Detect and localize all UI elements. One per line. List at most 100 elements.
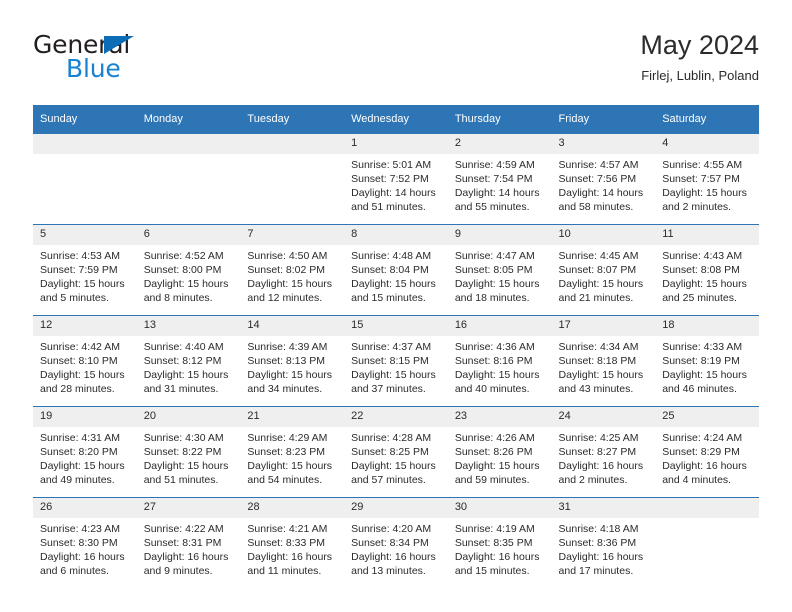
calendar-day-cell[interactable]: 19 Sunrise: 4:31 AM Sunset: 8:20 PM Dayligh… <box>33 406 137 498</box>
calendar-day-cell[interactable]: 13 Sunrise: 4:40 AM Sunset: 8:12 PM Dayligh… <box>136 315 241 407</box>
sunrise-time: Sunrise: 4:31 AM <box>40 432 120 444</box>
daylight-duration-line2: and 17 minutes. <box>558 565 634 578</box>
calendar-day-cell[interactable]: 29 Sunrise: 4:20 AM Sunset: 8:34 PM Dayligh… <box>344 497 448 588</box>
day-number: 21 <box>240 407 345 427</box>
daylight-duration-line2: and 57 minutes. <box>351 474 426 487</box>
daylight-duration-line1: Daylight: 15 hours <box>351 278 436 291</box>
calendar-day-cell[interactable]: 21 Sunrise: 4:29 AM Sunset: 8:23 PM Dayligh… <box>240 406 345 498</box>
calendar-day-cell[interactable]: 8 Sunrise: 4:48 AM Sunset: 8:04 PM Daylight… <box>344 224 448 316</box>
calendar-page: General Blue May 2024 Firlej, Lublin, Po… <box>0 0 792 612</box>
calendar-day-cell[interactable]: 25 Sunrise: 4:24 AM Sunset: 8:29 PM Dayligh… <box>655 406 759 498</box>
sunset-time: Sunset: 8:34 PM <box>351 537 429 550</box>
calendar-week-row: 19 Sunrise: 4:31 AM Sunset: 8:20 PM Dayligh… <box>33 406 759 498</box>
general-blue-logo[interactable]: General Blue <box>33 28 263 90</box>
calendar-day-cell[interactable]: 15 Sunrise: 4:37 AM Sunset: 8:15 PM Dayligh… <box>344 315 448 407</box>
daylight-duration-line2: and 40 minutes. <box>454 383 530 396</box>
calendar-day-cell[interactable]: 2 Sunrise: 4:59 AM Sunset: 7:54 PM Daylight… <box>447 133 552 225</box>
sunset-time: Sunset: 8:26 PM <box>454 446 533 459</box>
day-number: 29 <box>344 498 448 518</box>
daylight-duration-line1: Daylight: 16 hours <box>247 551 333 564</box>
calendar-day-cell[interactable]: 1 Sunrise: 5:01 AM Sunset: 7:52 PM Daylight… <box>344 133 448 225</box>
sunset-time: Sunset: 8:22 PM <box>143 446 222 459</box>
daylight-duration-line2: and 2 minutes. <box>662 201 732 214</box>
calendar-day-cell[interactable]: 16 Sunrise: 4:36 AM Sunset: 8:16 PM Dayligh… <box>447 315 552 407</box>
sunset-time: Sunset: 8:25 PM <box>351 446 429 459</box>
daylight-duration-line1: Daylight: 16 hours <box>143 551 229 564</box>
sunrise-time: Sunrise: 4:43 AM <box>662 250 743 262</box>
sunset-time: Sunset: 8:33 PM <box>247 537 326 550</box>
weekday-header-row: Sunday Monday Tuesday Wednesday Thursday… <box>33 105 759 134</box>
calendar-day-cell[interactable]: 9 Sunrise: 4:47 AM Sunset: 8:05 PM Daylight… <box>447 224 552 316</box>
daylight-duration-line1: Daylight: 15 hours <box>40 460 125 473</box>
day-details: Sunrise: 4:36 AM Sunset: 8:16 PM Daylight:… <box>448 336 552 396</box>
day-number <box>136 134 241 154</box>
daylight-duration-line1: Daylight: 16 hours <box>454 551 540 564</box>
calendar-day-cell[interactable]: 26 Sunrise: 4:23 AM Sunset: 8:30 PM Dayligh… <box>33 497 137 588</box>
day-details: Sunrise: 4:23 AM Sunset: 8:30 PM Daylight:… <box>33 518 137 578</box>
day-details: Sunrise: 4:28 AM Sunset: 8:25 PM Daylight:… <box>344 427 448 487</box>
sunrise-time: Sunrise: 4:50 AM <box>247 250 328 262</box>
calendar-day-cell[interactable]: 31 Sunrise: 4:18 AM Sunset: 8:36 PM Dayligh… <box>551 497 656 588</box>
daylight-duration-line1: Daylight: 15 hours <box>143 278 229 291</box>
daylight-duration-line2: and 51 minutes. <box>143 474 219 487</box>
day-number: 25 <box>655 407 759 427</box>
daylight-duration-line2: and 46 minutes. <box>662 383 737 396</box>
calendar-day-cell[interactable]: 5 Sunrise: 4:53 AM Sunset: 7:59 PM Daylight… <box>33 224 137 316</box>
sunset-time: Sunset: 7:54 PM <box>454 173 533 186</box>
calendar-day-cell[interactable]: 11 Sunrise: 4:43 AM Sunset: 8:08 PM Dayligh… <box>655 224 759 316</box>
sunset-time: Sunset: 8:13 PM <box>247 355 326 368</box>
calendar-day-cell[interactable]: 27 Sunrise: 4:22 AM Sunset: 8:31 PM Dayligh… <box>136 497 241 588</box>
sunrise-time: Sunrise: 4:47 AM <box>454 250 535 262</box>
calendar-day-cell-empty <box>136 133 241 225</box>
daylight-duration-line2: and 11 minutes. <box>247 565 322 578</box>
weekday-header-wednesday: Wednesday <box>344 105 448 134</box>
sunset-time: Sunset: 8:19 PM <box>662 355 740 368</box>
day-number: 7 <box>240 225 345 245</box>
calendar-day-cell[interactable]: 4 Sunrise: 4:55 AM Sunset: 7:57 PM Daylight… <box>655 133 759 225</box>
day-details: Sunrise: 4:21 AM Sunset: 8:33 PM Daylight:… <box>240 518 344 578</box>
calendar-day-cell[interactable]: 12 Sunrise: 4:42 AM Sunset: 8:10 PM Dayligh… <box>33 315 137 407</box>
calendar-day-cell-empty <box>33 133 137 225</box>
day-details: Sunrise: 4:30 AM Sunset: 8:22 PM Daylight:… <box>137 427 241 487</box>
sunset-time: Sunset: 8:20 PM <box>40 446 118 459</box>
daylight-duration-line1: Daylight: 15 hours <box>558 369 644 382</box>
day-details: Sunrise: 4:24 AM Sunset: 8:29 PM Daylight:… <box>655 427 759 487</box>
day-details: Sunrise: 4:39 AM Sunset: 8:13 PM Daylight:… <box>240 336 344 396</box>
day-number: 23 <box>447 407 552 427</box>
sunset-time: Sunset: 8:27 PM <box>558 446 637 459</box>
title-block: May 2024 Firlej, Lublin, Poland <box>640 28 759 86</box>
day-details: Sunrise: 4:43 AM Sunset: 8:08 PM Daylight:… <box>655 245 759 305</box>
calendar-day-cell[interactable]: 6 Sunrise: 4:52 AM Sunset: 8:00 PM Daylight… <box>136 224 241 316</box>
sunrise-time: Sunrise: 4:19 AM <box>454 523 535 535</box>
calendar-day-cell[interactable]: 7 Sunrise: 4:50 AM Sunset: 8:02 PM Daylight… <box>240 224 345 316</box>
daylight-duration-line2: and 8 minutes. <box>143 292 213 305</box>
day-number: 30 <box>447 498 552 518</box>
daylight-duration-line1: Daylight: 15 hours <box>247 369 333 382</box>
month-calendar-table: Sunday Monday Tuesday Wednesday Thursday… <box>33 105 759 588</box>
sunset-time: Sunset: 8:29 PM <box>662 446 740 459</box>
calendar-day-cell[interactable]: 18 Sunrise: 4:33 AM Sunset: 8:19 PM Dayligh… <box>655 315 759 407</box>
daylight-duration-line2: and 2 minutes. <box>558 474 628 487</box>
sunset-time: Sunset: 8:23 PM <box>247 446 326 459</box>
calendar-day-cell[interactable]: 3 Sunrise: 4:57 AM Sunset: 7:56 PM Daylight… <box>551 133 656 225</box>
calendar-day-cell[interactable]: 30 Sunrise: 4:19 AM Sunset: 8:35 PM Dayligh… <box>447 497 552 588</box>
calendar-day-cell[interactable]: 20 Sunrise: 4:30 AM Sunset: 8:22 PM Dayligh… <box>136 406 241 498</box>
calendar-day-cell[interactable]: 28 Sunrise: 4:21 AM Sunset: 8:33 PM Dayligh… <box>240 497 345 588</box>
daylight-duration-line2: and 59 minutes. <box>454 474 530 487</box>
calendar-day-cell[interactable]: 10 Sunrise: 4:45 AM Sunset: 8:07 PM Dayligh… <box>551 224 656 316</box>
calendar-day-cell[interactable]: 24 Sunrise: 4:25 AM Sunset: 8:27 PM Dayligh… <box>551 406 656 498</box>
sunset-time: Sunset: 8:31 PM <box>143 537 222 550</box>
calendar-day-cell[interactable]: 23 Sunrise: 4:26 AM Sunset: 8:26 PM Dayligh… <box>447 406 552 498</box>
sunset-time: Sunset: 8:18 PM <box>558 355 637 368</box>
calendar-day-cell[interactable]: 22 Sunrise: 4:28 AM Sunset: 8:25 PM Dayligh… <box>344 406 448 498</box>
daylight-duration-line1: Daylight: 15 hours <box>143 460 229 473</box>
day-details: Sunrise: 4:18 AM Sunset: 8:36 PM Daylight:… <box>552 518 656 578</box>
day-number: 20 <box>136 407 241 427</box>
calendar-day-cell[interactable]: 14 Sunrise: 4:39 AM Sunset: 8:13 PM Dayligh… <box>240 315 345 407</box>
day-number: 28 <box>240 498 345 518</box>
sunset-time: Sunset: 8:36 PM <box>558 537 637 550</box>
daylight-duration-line1: Daylight: 15 hours <box>454 369 540 382</box>
calendar-day-cell[interactable]: 17 Sunrise: 4:34 AM Sunset: 8:18 PM Dayligh… <box>551 315 656 407</box>
sunrise-time: Sunrise: 4:28 AM <box>351 432 432 444</box>
sunrise-time: Sunrise: 4:59 AM <box>454 159 535 171</box>
